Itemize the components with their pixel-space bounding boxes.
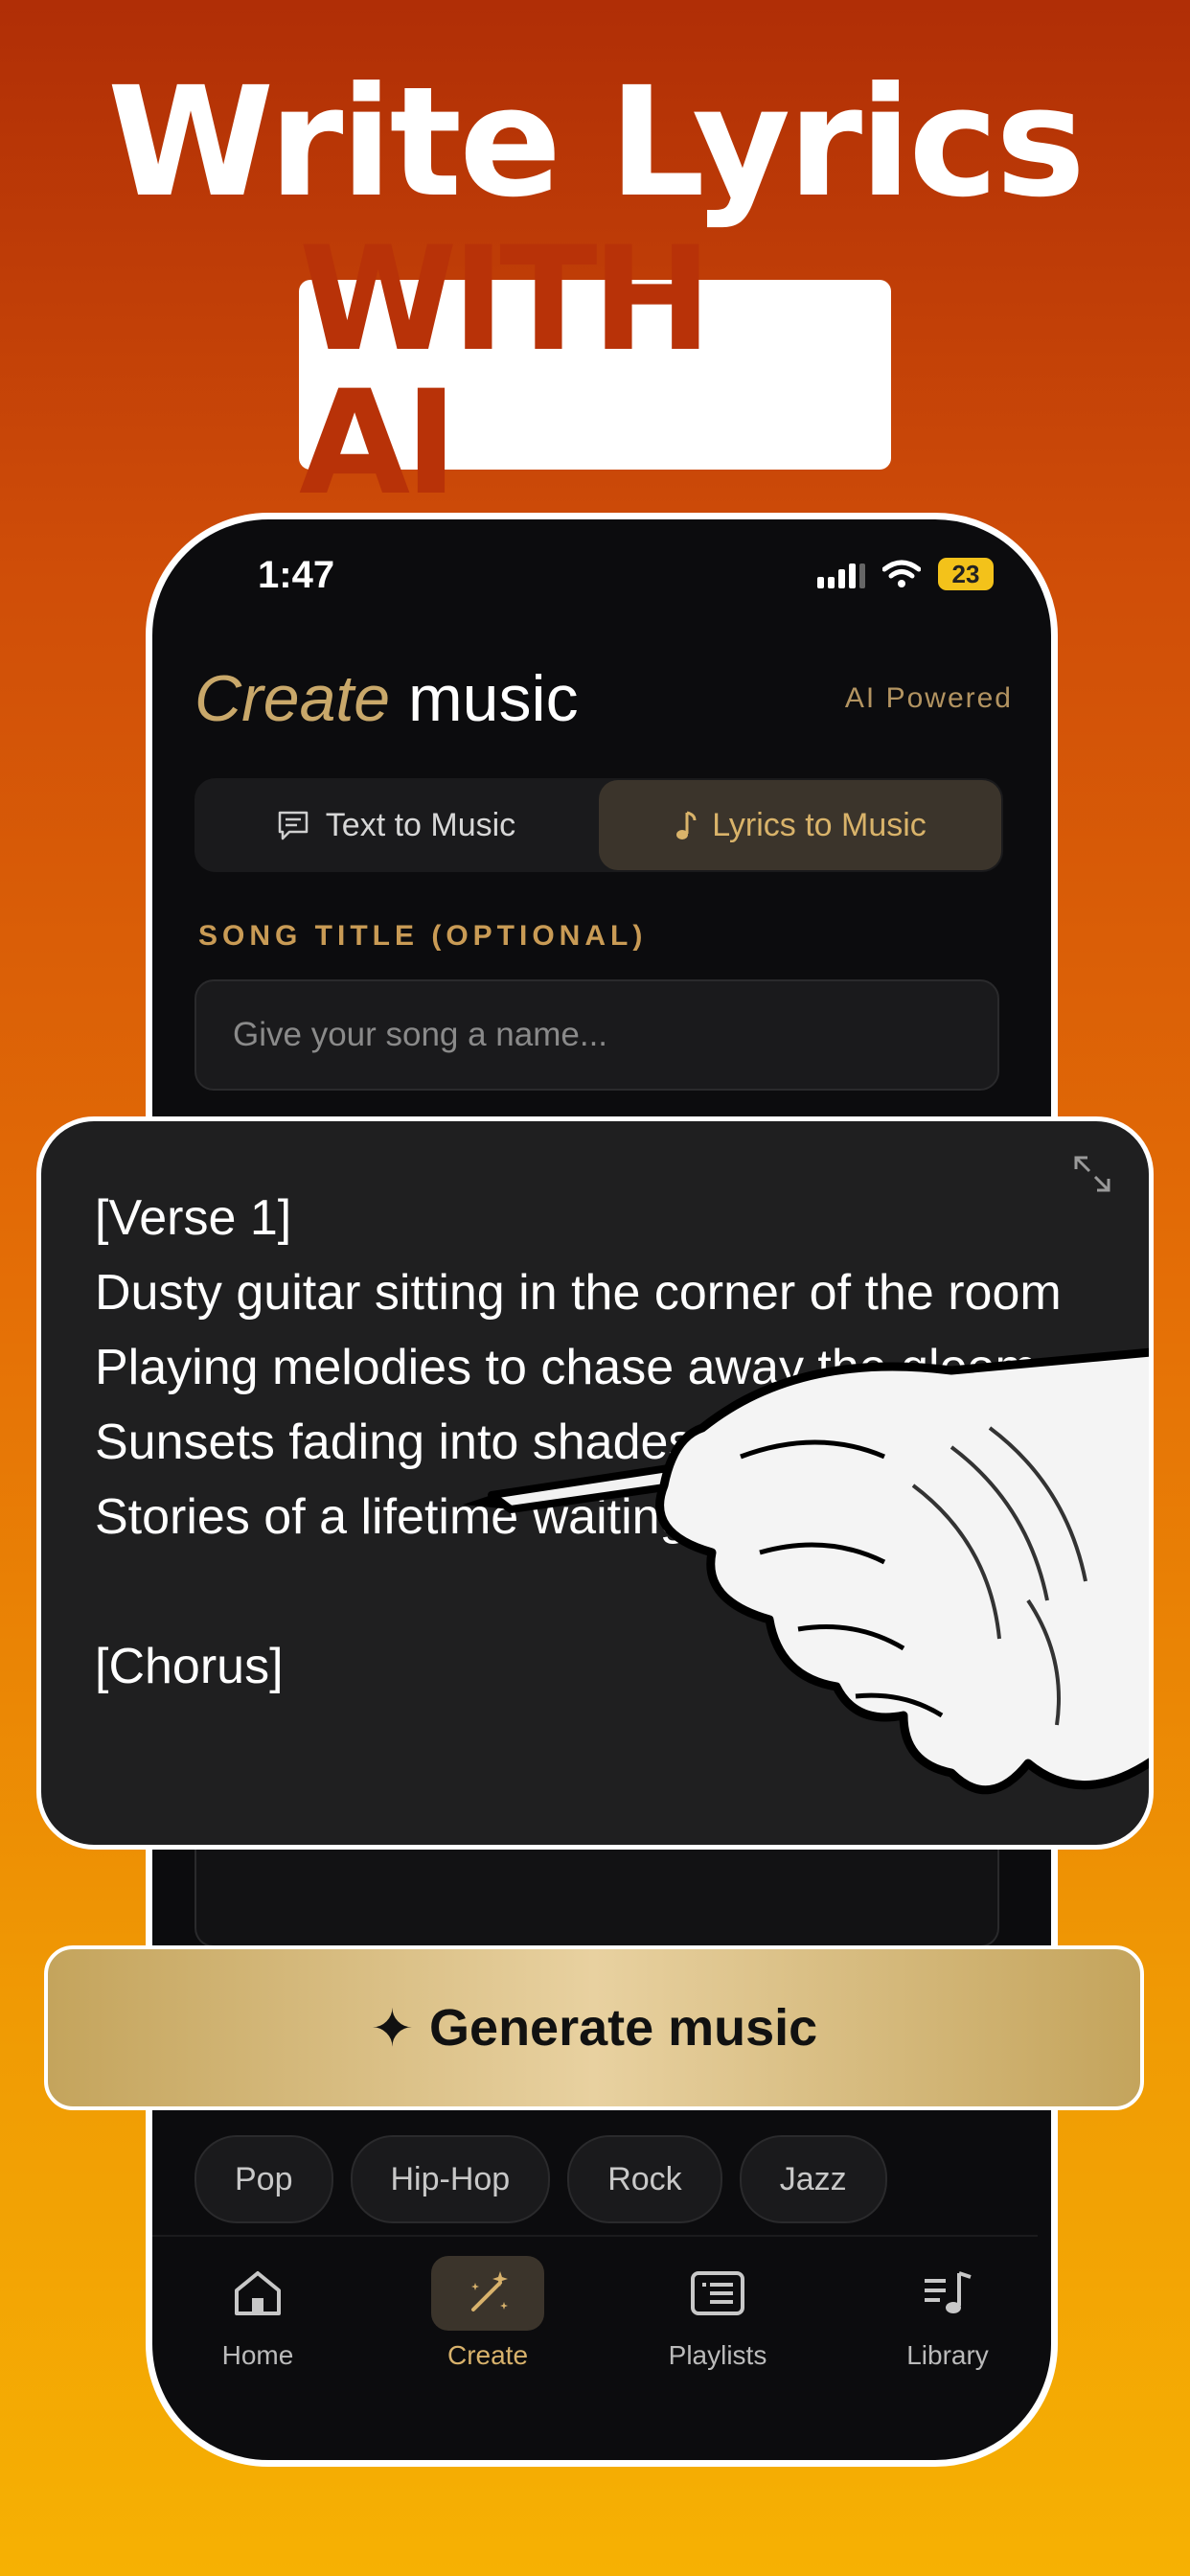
expand-icon[interactable] [1070,1152,1114,1196]
nav-home-label: Home [221,2340,294,2370]
nav-home[interactable]: Home [172,2256,344,2371]
hand-writing-illustration [463,1347,1149,1795]
nav-create-label: Create [446,2340,529,2370]
library-icon [925,2271,972,2313]
genre-chip-rock[interactable]: Rock [567,2135,722,2223]
tab-lyrics-to-music[interactable]: Lyrics to Music [599,780,1001,870]
generate-music-button[interactable]: ✦ Generate music [44,1945,1144,2110]
ai-powered-badge: AI Powered [844,682,1013,714]
music-note-icon [676,811,697,840]
tab-text-to-music[interactable]: Text to Music [195,778,597,872]
magic-wand-icon [471,2271,508,2312]
generate-music-label: Generate music [429,1999,818,2057]
mode-switcher: Text to Music Lyrics to Music [195,778,1003,872]
playlist-icon [691,2271,744,2315]
song-title-placeholder: Give your song a name... [233,1016,608,1053]
battery-indicator: 23 [938,558,994,590]
chat-icon [278,811,309,840]
signal-icon [817,564,865,588]
genre-chips: Pop Hip-Hop Rock Jazz [195,2135,887,2223]
genre-chip-jazz[interactable]: Jazz [739,2135,887,2223]
bottom-tab-bar: Home Create Playlists Library [152,2235,1038,2380]
nav-create[interactable]: Create [401,2256,574,2371]
wifi-icon [882,560,921,587]
song-title-label: SONG TITLE (OPTIONAL) [198,920,648,952]
nav-playlists[interactable]: Playlists [631,2256,804,2371]
page-title-accent: Create [195,662,391,735]
hero-highlight-box: WITH AI [299,228,891,516]
lyrics-editor[interactable]: [Verse 1] Dusty guitar sitting in the co… [36,1116,1154,1850]
nav-library-label: Library [906,2340,989,2370]
status-time: 1:47 [258,554,335,596]
lyrics-field-underlay [195,1832,999,1947]
nav-library[interactable]: Library [861,2256,1034,2371]
page-title-rest: music [408,662,579,735]
home-icon [235,2271,281,2315]
tab-text-to-music-label: Text to Music [325,806,516,843]
genre-chip-pop[interactable]: Pop [195,2135,333,2223]
hero-headline: Write Lyrics [106,55,1086,231]
status-icons: 23 [817,558,994,590]
genre-chip-hip-hop[interactable]: Hip-Hop [350,2135,551,2223]
nav-playlists-label: Playlists [668,2340,767,2370]
sparkle-icon: ✦ [370,1999,415,2058]
page-title: Create music [195,661,579,736]
song-title-input[interactable]: Give your song a name... [195,979,999,1091]
hero-highlight: WITH AI [299,217,712,527]
tab-lyrics-to-music-label: Lyrics to Music [712,806,927,843]
